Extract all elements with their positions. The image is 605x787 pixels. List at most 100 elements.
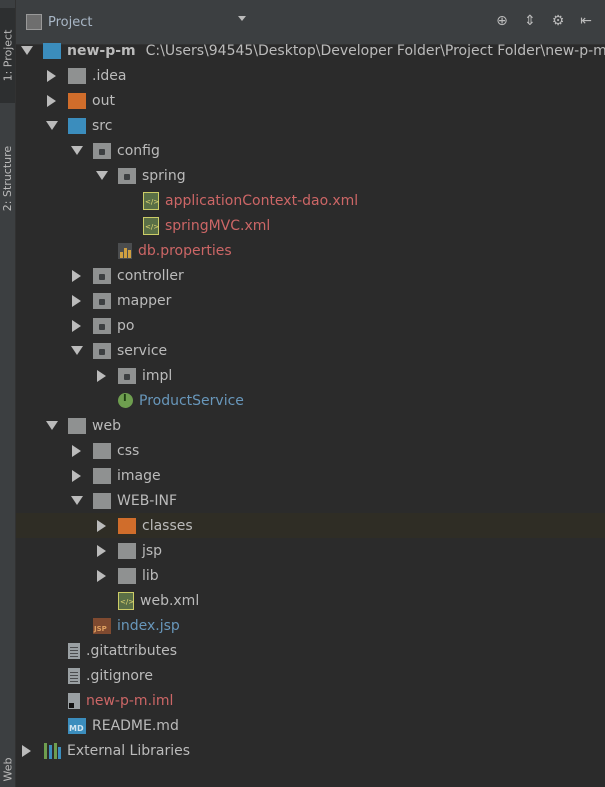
folder-icon: [68, 67, 86, 84]
tab-structure[interactable]: 2: Structure: [0, 128, 15, 228]
collapse-arrow-icon[interactable]: [70, 494, 83, 507]
tree-node-lib[interactable]: lib: [16, 563, 605, 588]
xml-file-icon: [143, 216, 159, 235]
tree-node-web-inf[interactable]: WEB-INF: [16, 488, 605, 513]
tab-web[interactable]: Web: [0, 752, 15, 786]
tree-node-po[interactable]: po: [16, 313, 605, 338]
gear-icon[interactable]: ⚙: [549, 12, 567, 30]
folder-icon: [118, 567, 136, 584]
panel-toolbar: ⊕ ⇕ ⚙ ⇤: [493, 12, 595, 30]
tree-node-config[interactable]: config: [16, 138, 605, 163]
expand-arrow-icon[interactable]: [70, 269, 83, 282]
tree-node-classes[interactable]: classes: [16, 513, 605, 538]
collapse-all-icon[interactable]: ⇕: [521, 12, 539, 30]
scroll-from-source-icon[interactable]: ⊕: [493, 12, 511, 30]
collapse-arrow-icon[interactable]: [70, 344, 83, 357]
expand-arrow-icon[interactable]: [70, 469, 83, 482]
tree-node-label: README.md: [92, 717, 179, 734]
tree-node-label: new-p-m.iml: [86, 692, 174, 709]
markdown-file-icon: [68, 717, 86, 734]
collapse-arrow-icon[interactable]: [45, 419, 58, 432]
collapse-arrow-icon[interactable]: [20, 44, 33, 57]
web-folder-icon: [68, 417, 86, 434]
tree-node-jsp[interactable]: jsp: [16, 538, 605, 563]
excluded-folder-icon: [118, 517, 136, 534]
package-icon: [93, 267, 111, 284]
tree-node-label: out: [92, 92, 115, 109]
tree-node-label: db.properties: [138, 242, 232, 259]
view-selector-dropdown[interactable]: Project: [26, 10, 246, 34]
library-icon: [43, 742, 61, 759]
tree-node-idea[interactable]: .idea: [16, 63, 605, 88]
folder-icon: [93, 442, 111, 459]
tree-node-mapper[interactable]: mapper: [16, 288, 605, 313]
tab-project[interactable]: 1: Project: [0, 8, 15, 103]
tree-node-label: image: [117, 467, 161, 484]
tab-project-label: 1: Project: [1, 29, 14, 82]
tree-node-external-libraries[interactable]: External Libraries: [16, 738, 605, 763]
text-file-icon: [68, 642, 80, 659]
tree-node-service[interactable]: service: [16, 338, 605, 363]
package-icon: [93, 342, 111, 359]
expand-arrow-icon[interactable]: [70, 294, 83, 307]
tree-node-impl[interactable]: impl: [16, 363, 605, 388]
tree-node-src[interactable]: src: [16, 113, 605, 138]
tree-node-project-root[interactable]: new-p-m C:\Users\94545\Desktop\Developer…: [16, 38, 605, 63]
tree-node-label: new-p-m: [67, 42, 136, 59]
tree-node-web-xml[interactable]: web.xml: [16, 588, 605, 613]
tree-node-gitattributes[interactable]: .gitattributes: [16, 638, 605, 663]
expand-arrow-icon[interactable]: [95, 519, 108, 532]
tree-node-label: src: [92, 117, 113, 134]
tree-node-label: service: [117, 342, 168, 359]
package-icon: [93, 142, 111, 159]
project-path: C:\Users\94545\Desktop\Developer Folder\…: [145, 42, 605, 59]
collapse-arrow-icon[interactable]: [45, 119, 58, 132]
tree-node-label: ProductService: [139, 392, 244, 409]
expand-arrow-icon[interactable]: [95, 544, 108, 557]
tree-node-label: .gitattributes: [86, 642, 178, 659]
chevron-down-icon: [238, 16, 246, 21]
tree-node-label: .idea: [92, 67, 127, 84]
source-folder-icon: [68, 117, 86, 134]
expand-arrow-icon[interactable]: [95, 569, 108, 582]
expand-arrow-icon[interactable]: [20, 744, 33, 757]
interface-icon: [118, 393, 133, 408]
tree-node-iml[interactable]: new-p-m.iml: [16, 688, 605, 713]
web-xml-file-icon: [118, 591, 134, 610]
expand-arrow-icon[interactable]: [70, 319, 83, 332]
collapse-arrow-icon[interactable]: [95, 169, 108, 182]
tree-node-readme[interactable]: README.md: [16, 713, 605, 738]
tree-node-label: css: [117, 442, 140, 459]
expand-arrow-icon[interactable]: [95, 369, 108, 382]
properties-file-icon: [118, 242, 132, 259]
tree-node-label: lib: [142, 567, 159, 584]
expand-arrow-icon[interactable]: [45, 69, 58, 82]
hide-panel-icon[interactable]: ⇤: [577, 12, 595, 30]
tree-node-index-jsp[interactable]: index.jsp: [16, 613, 605, 638]
folder-icon: [118, 542, 136, 559]
text-file-icon: [68, 667, 80, 684]
tree-node-label: .gitignore: [86, 667, 153, 684]
tree-node-springmvc-xml[interactable]: springMVC.xml: [16, 213, 605, 238]
tree-node-label: classes: [142, 517, 193, 534]
tree-node-db-properties[interactable]: db.properties: [16, 238, 605, 263]
tree-node-out[interactable]: out: [16, 88, 605, 113]
tree-node-spring[interactable]: spring: [16, 163, 605, 188]
expand-arrow-icon[interactable]: [45, 94, 58, 107]
tree-node-css[interactable]: css: [16, 438, 605, 463]
tree-node-web[interactable]: web: [16, 413, 605, 438]
tab-structure-label: 2: Structure: [1, 145, 14, 211]
folder-icon: [93, 492, 111, 509]
excluded-folder-icon: [68, 92, 86, 109]
tree-node-image[interactable]: image: [16, 463, 605, 488]
collapse-arrow-icon[interactable]: [70, 144, 83, 157]
module-icon: [43, 42, 61, 59]
tree-node-controller[interactable]: controller: [16, 263, 605, 288]
tree-node-productservice[interactable]: ProductService: [16, 388, 605, 413]
expand-arrow-icon[interactable]: [70, 444, 83, 457]
tree-node-applicationcontext-dao-xml[interactable]: applicationContext-dao.xml: [16, 188, 605, 213]
tree-node-gitignore[interactable]: .gitignore: [16, 663, 605, 688]
project-view-icon: [26, 14, 42, 30]
package-icon: [118, 167, 136, 184]
folder-icon: [93, 467, 111, 484]
